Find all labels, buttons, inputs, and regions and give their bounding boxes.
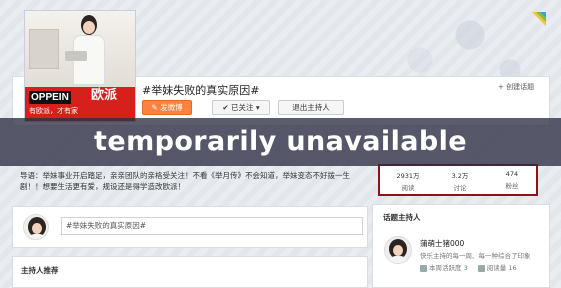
stat-discuss: 3.2万 讨论 (451, 172, 469, 192)
rainbow-corner-icon (532, 12, 546, 26)
compose-box: #举妹失败的真实原因# (12, 206, 368, 248)
plus-icon: + (498, 83, 507, 91)
host-name[interactable]: 蒲萌士猪000 (420, 238, 464, 249)
brand-cn-logo: 欧派 (91, 88, 118, 103)
host-description: 快乐主持的每一周、每一种综合了印象 (420, 252, 531, 260)
guide-text: 导语：举妹事业开启踏足，亲亲团队的亲格受关注！不看《举月传》不会知道，举妹变态不… (20, 171, 350, 191)
host-panel-heading: 话题主持人 (383, 213, 421, 222)
stat-read: 2931万 阅读 (396, 172, 420, 192)
create-topic-link[interactable]: + 创建话题 (498, 82, 534, 92)
section-heading: 主持人推荐 (21, 266, 59, 275)
stat-fans: 474 粉丝 (505, 170, 519, 190)
compose-input[interactable]: #举妹失败的真实原因# (61, 217, 363, 235)
chevron-down-icon: ▾ (253, 103, 260, 112)
user-avatar[interactable] (23, 214, 49, 240)
host-recommend-section: 主持人推荐 (12, 256, 368, 288)
host-avatar[interactable] (384, 236, 412, 264)
topic-guide: 导语：举妹事业开启踏足，亲亲团队的亲格受关注！不看《举月传》不会知道，举妹变态不… (12, 162, 368, 202)
topic-stats: 2931万 阅读 3.2万 讨论 474 粉丝 (378, 164, 538, 196)
topic-cover-image: OPPEIN 欧派 有欧派，才有家 (24, 10, 136, 122)
edit-icon: ✎ (151, 103, 161, 112)
cover-shelf (29, 29, 59, 69)
cover-pot (65, 51, 87, 61)
follow-button[interactable]: ✔ 已关注 ▾ (212, 100, 270, 115)
oppein-logo: OPPEIN (29, 91, 71, 104)
exit-host-button[interactable]: 退出主持人 (278, 100, 344, 115)
check-icon: ✔ (222, 103, 231, 112)
cover-person (71, 15, 107, 85)
topic-title: #举妹失败的真实原因# (142, 84, 260, 97)
host-stats: 本周活跃度 3 阅读量 16 (420, 262, 525, 272)
read-icon (477, 264, 485, 272)
activity-icon (420, 264, 427, 272)
cover-slogan: 有欧派，才有家 (29, 107, 78, 115)
unavailable-banner: temporarily unavailable (0, 118, 561, 166)
post-weibo-button[interactable]: ✎ 发微博 (142, 100, 192, 115)
unavailable-text: temporarily unavailable (94, 126, 467, 157)
